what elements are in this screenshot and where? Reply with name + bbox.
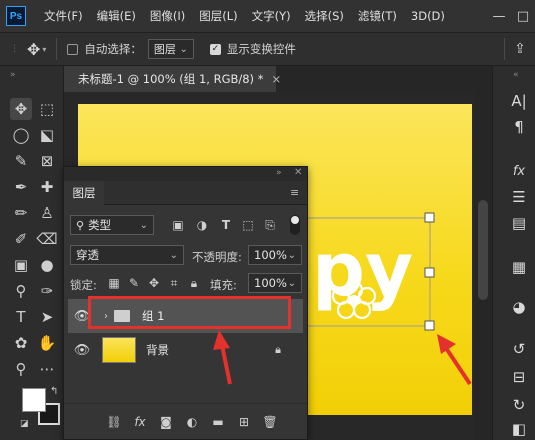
red-arrow-icon (213, 330, 232, 385)
annotation-arrow (213, 330, 232, 385)
